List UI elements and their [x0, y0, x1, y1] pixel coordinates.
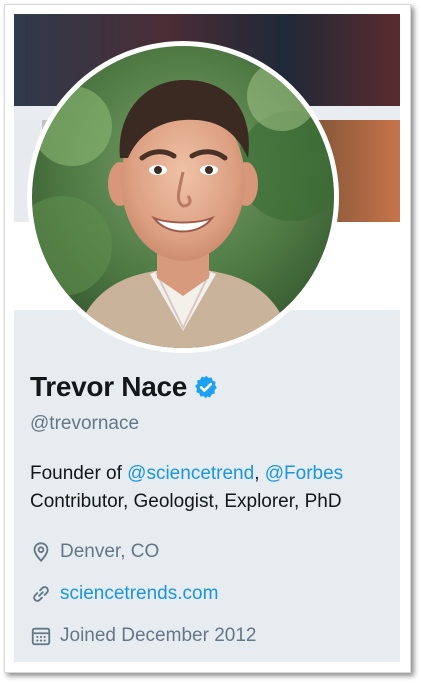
profile-joined: Joined December 2012 [30, 625, 256, 647]
avatar-photo [32, 46, 334, 348]
bio-separator: , [254, 463, 265, 484]
display-name[interactable]: Trevor Nace [30, 371, 187, 403]
profile-website[interactable]: sciencetrends.com [30, 583, 218, 605]
mention-sciencetrend[interactable]: @sciencetrend [127, 463, 254, 484]
profile-card-frame: Trevor Nace @trevornace Founder of @scie… [4, 4, 411, 673]
link-icon [33, 586, 49, 602]
mention-forbes[interactable]: @Forbes [265, 463, 343, 484]
calendar-icon [31, 627, 51, 646]
location-text: Denver, CO [60, 541, 160, 562]
website-link[interactable]: sciencetrends.com [60, 583, 218, 605]
joined-text: Joined December 2012 [60, 625, 257, 646]
name-row: Trevor Nace [30, 369, 219, 405]
profile-bio: Founder of @sciencetrend, @Forbes Contri… [30, 460, 390, 516]
profile-location: Denver, CO [30, 541, 159, 563]
profile-handle[interactable]: @trevornace [30, 413, 139, 435]
bio-prefix: Founder of [30, 463, 128, 484]
bio-suffix: Contributor, Geologist, Explorer, PhD [30, 491, 342, 512]
avatar[interactable] [32, 46, 334, 348]
verified-badge-icon [195, 375, 217, 399]
location-pin-icon [33, 542, 49, 563]
